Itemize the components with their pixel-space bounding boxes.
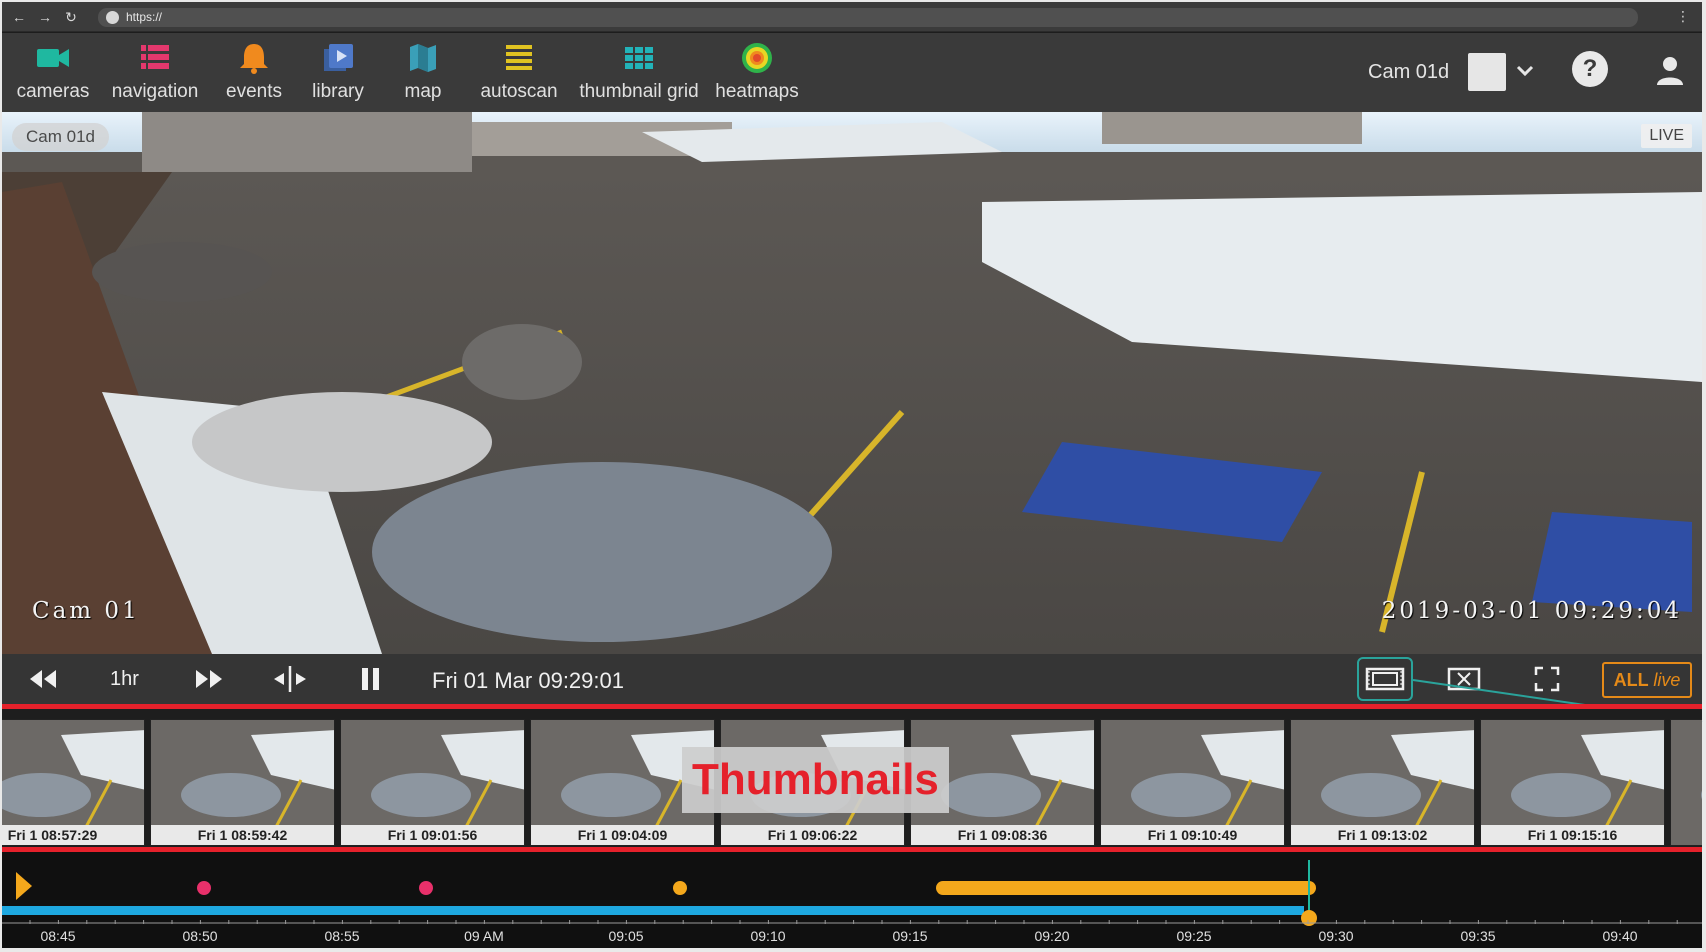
browser-bar: ← → ↻ https:// ⋮ (2, 2, 1702, 32)
thumbnail-item[interactable]: Fri 1 09:10:49 (1100, 719, 1285, 846)
tick-label: 09 AM (464, 928, 504, 944)
tick-label: 09:35 (1460, 928, 1496, 944)
tick-label: 08:45 (40, 928, 76, 944)
thumbnail-item[interactable]: Fri 1 09:15:16 (1480, 719, 1665, 846)
thumbnail-strip: Fri 1 08:57:29 Fri 1 08:59:42 Fri 1 09:0… (2, 704, 1702, 852)
event-marker[interactable] (419, 881, 433, 895)
jump-to-cursor-icon[interactable] (270, 664, 310, 694)
timeline[interactable]: 08:45 08:50 08:55 09 AM 09:05 09:10 09:1… (2, 852, 1702, 948)
motion-marker[interactable] (673, 881, 687, 895)
nav-map[interactable]: map (388, 41, 458, 107)
tick-label: 09:20 (1034, 928, 1070, 944)
video-library-icon (318, 41, 358, 75)
tick-label: 09:30 (1318, 928, 1354, 944)
nav-thumbnail-grid[interactable]: thumbnail grid (570, 41, 708, 107)
autoscan-icon (499, 41, 539, 75)
nav-label: map (404, 81, 442, 102)
live-badge: LIVE (1641, 124, 1692, 148)
back-arrow-icon[interactable]: ← (10, 8, 28, 26)
nav-cameras[interactable]: cameras (10, 41, 96, 107)
recording-bar (2, 906, 1304, 915)
chevron-down-icon[interactable] (1514, 61, 1536, 81)
camera-video-feed[interactable]: Cam 01d LIVE Cam 01 2019-03-01 09:29:04 (2, 112, 1702, 654)
scroll-left-icon[interactable] (16, 872, 32, 900)
url-text: https:// (126, 10, 163, 24)
heatmap-icon (737, 41, 777, 75)
thumbnail-timestamp: Fri 1 09:13:02 (1291, 825, 1474, 845)
thumbnail-image (1671, 720, 1702, 845)
time-range-selector[interactable]: 1hr (110, 668, 139, 691)
thumbnails-annotation-label: Thumbnails (682, 747, 949, 813)
nav-autoscan[interactable]: autoscan (474, 41, 564, 107)
tick-label: 09:15 (892, 928, 928, 944)
camera-color-swatch[interactable] (1468, 53, 1506, 91)
filmstrip-icon (1365, 667, 1405, 691)
thumbnail-timestamp: Fri 1 09:04:09 (531, 825, 714, 845)
thumbnail-timestamp: Fri 1 08:57:29 (2, 825, 144, 845)
nav-label: heatmaps (715, 81, 799, 102)
nav-navigation[interactable]: navigation (100, 41, 210, 107)
map-icon (403, 41, 443, 75)
thumbnail-timestamp: Fri 1 09:06:22 (721, 825, 904, 845)
camera-name-chip: Cam 01d (12, 123, 109, 151)
site-info-icon[interactable] (106, 11, 119, 24)
reload-icon[interactable]: ↻ (62, 8, 80, 26)
user-icon[interactable] (1652, 53, 1688, 89)
nav-label: navigation (111, 81, 199, 102)
nav-library[interactable]: library (300, 41, 376, 107)
thumbnail-item[interactable] (1670, 719, 1702, 846)
tick-label: 09:40 (1602, 928, 1638, 944)
pause-icon[interactable] (358, 664, 384, 694)
forward-arrow-icon[interactable]: → (36, 8, 54, 26)
nav-label: cameras (16, 81, 90, 102)
list-icon (135, 41, 175, 75)
thumbnail-timestamp: Fri 1 09:01:56 (341, 825, 524, 845)
rewind-icon[interactable] (26, 664, 60, 694)
event-marker[interactable] (197, 881, 211, 895)
bell-icon (234, 41, 274, 75)
video-camera-icon (33, 41, 73, 75)
menu-dots-icon[interactable]: ⋮ (1676, 8, 1690, 25)
nav-label: library (312, 81, 364, 102)
app-frame: ← → ↻ https:// ⋮ cameras navigation even… (2, 2, 1703, 948)
help-icon[interactable]: ? (1572, 51, 1608, 87)
nav-label: thumbnail grid (579, 81, 699, 102)
playback-datetime: Fri 01 Mar 09:29:01 (432, 668, 624, 693)
thumbnail-item[interactable]: Fri 1 09:13:02 (1290, 719, 1475, 846)
thumbnail-item[interactable]: Fri 1 09:01:56 (340, 719, 525, 846)
tick-label: 09:05 (608, 928, 644, 944)
tick-label: 09:25 (1176, 928, 1212, 944)
thumbnail-timestamp: Fri 1 09:08:36 (911, 825, 1094, 845)
motion-segment[interactable] (936, 881, 1316, 895)
top-navigation: cameras navigation events library map au… (2, 33, 1702, 112)
timeline-track (2, 860, 1702, 926)
playhead-handle[interactable] (1301, 910, 1317, 926)
tick-label: 08:50 (182, 928, 218, 944)
thumbnail-timestamp: Fri 1 09:10:49 (1101, 825, 1284, 845)
video-frame-image (2, 112, 1702, 654)
thumbnail-timestamp: Fri 1 08:59:42 (151, 825, 334, 845)
thumbnail-item[interactable]: Fri 1 08:59:42 (150, 719, 335, 846)
osd-camera-name: Cam 01 (32, 598, 140, 624)
app-window: ← → ↻ https:// ⋮ cameras navigation even… (0, 0, 1706, 952)
osd-timestamp: 2019-03-01 09:29:04 (1381, 598, 1682, 624)
address-bar[interactable]: https:// (98, 8, 1638, 27)
nav-events[interactable]: events (216, 41, 292, 107)
tick-label: 09:10 (750, 928, 786, 944)
grid-icon (619, 41, 659, 75)
selected-camera-label: Cam 01d (1368, 61, 1450, 83)
playback-controls: 1hr Fri 01 Mar 09:29:01 ALL live (2, 654, 1703, 723)
thumbnail-mode-button[interactable] (1357, 657, 1413, 701)
tick-label: 08:55 (324, 928, 360, 944)
nav-heatmaps[interactable]: heatmaps (712, 41, 802, 107)
nav-label: events (226, 81, 282, 102)
thumbnail-item[interactable]: Fri 1 08:57:29 (2, 719, 145, 846)
fast-forward-icon[interactable] (192, 664, 226, 694)
nav-label: autoscan (480, 81, 558, 102)
thumbnail-timestamp: Fri 1 09:15:16 (1481, 825, 1664, 845)
